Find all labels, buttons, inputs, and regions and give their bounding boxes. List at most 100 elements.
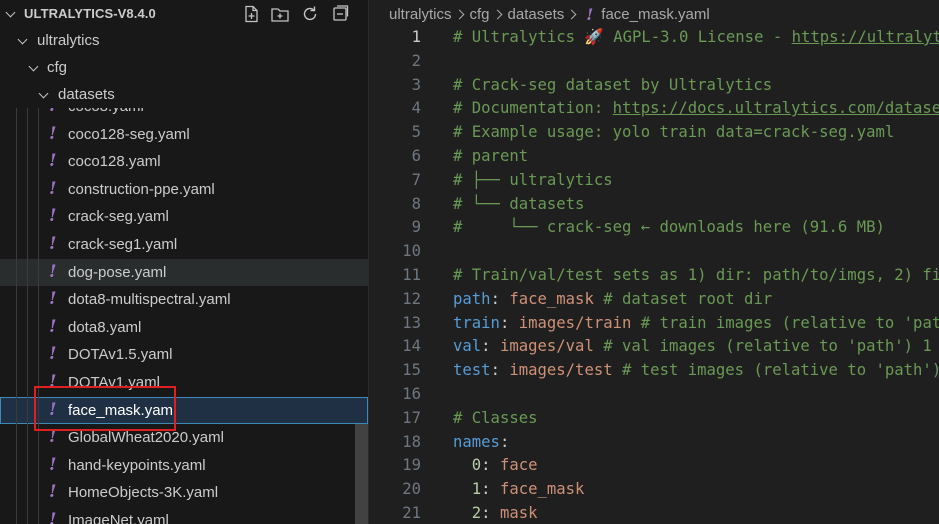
- indent-guide: [27, 108, 28, 121]
- line-number: 2: [411, 51, 421, 70]
- breadcrumb-item-cfg[interactable]: cfg: [470, 6, 490, 23]
- indent-guide: [38, 230, 39, 259]
- folder-ultralytics[interactable]: ultralytics: [0, 27, 368, 54]
- indent-guide: [38, 506, 39, 524]
- line-number: 9: [411, 218, 421, 237]
- file-item[interactable]: ! DOTAv1.5.yaml: [0, 341, 368, 369]
- code-text: 1: face_mask: [453, 480, 585, 499]
- file-label: dog-pose.yaml: [68, 263, 167, 281]
- code-token-comment: # └── datasets: [453, 194, 585, 213]
- chevron-down-icon[interactable]: [26, 60, 42, 76]
- line-number: 21: [402, 503, 421, 522]
- code-line[interactable]: 6 # parent: [369, 144, 939, 168]
- code-token-comment: # Documentation:: [453, 99, 613, 118]
- explorer-header[interactable]: ULTRALYTICS-V8.4.0: [0, 0, 368, 28]
- explorer-scrollbar[interactable]: [355, 424, 368, 524]
- yaml-file-icon: !: [49, 289, 57, 310]
- yaml-file-icon: !: [49, 316, 57, 337]
- code-token-plain: :: [481, 456, 500, 475]
- code-line[interactable]: 18 names:: [369, 430, 939, 454]
- file-item[interactable]: ! dog-pose.yaml: [0, 258, 368, 287]
- code-line[interactable]: 8 # └── datasets: [369, 192, 939, 216]
- yaml-file-icon: !: [49, 108, 56, 116]
- code-token-value: mask: [499, 503, 538, 522]
- code-text: test: images/test # test images (relativ…: [453, 361, 939, 379]
- refresh-icon[interactable]: [300, 4, 320, 24]
- file-item[interactable]: ! crack-seg1.yaml: [0, 230, 368, 259]
- code-token-plain: :: [481, 480, 500, 499]
- indent-guide: [38, 341, 39, 369]
- code-view[interactable]: 1 # Ultralytics 🚀 AGPL-3.0 License - http…: [369, 25, 939, 524]
- file-item[interactable]: ! HomeObjects-3K.yaml: [0, 479, 368, 507]
- code-line[interactable]: 2: [369, 49, 939, 73]
- code-line[interactable]: 20 1: face_mask: [369, 477, 939, 501]
- code-text: # Ultralytics 🚀 AGPL-3.0 License - https…: [453, 28, 939, 46]
- code-token-key: names: [453, 432, 500, 451]
- file-label: ImageNet.yaml: [68, 511, 169, 524]
- code-line[interactable]: 7 # ├── ultralytics: [369, 168, 939, 192]
- file-item[interactable]: ! coco128-seg.yaml: [0, 120, 368, 149]
- code-line[interactable]: 5 # Example usage: yolo train data=crack-…: [369, 120, 939, 144]
- file-item[interactable]: ! coco128.yaml: [0, 148, 368, 176]
- code-line[interactable]: 10: [369, 239, 939, 263]
- code-line[interactable]: 17 # Classes: [369, 406, 939, 430]
- breadcrumb-item-file[interactable]: face_mask.yaml: [601, 6, 709, 23]
- file-item[interactable]: ! ImageNet.yaml: [0, 506, 368, 524]
- yaml-file-icon: !: [49, 344, 57, 365]
- yaml-file-icon: !: [49, 206, 57, 227]
- file-list: ! coco8.yaml ! coco128-seg.yaml! coco128.yam…: [0, 108, 368, 524]
- annotation-highlight-box: [34, 386, 176, 431]
- code-text: # ├── ultralytics: [453, 171, 613, 189]
- code-line[interactable]: 1 # Ultralytics 🚀 AGPL-3.0 License - http…: [369, 25, 939, 49]
- chevron-down-icon[interactable]: [15, 33, 31, 49]
- indent-guide: [16, 175, 17, 204]
- code-line[interactable]: 14 val: images/val # val images (relative…: [369, 334, 939, 358]
- file-item[interactable]: ! coco8.yaml: [0, 108, 368, 121]
- indent-guide: [27, 368, 28, 397]
- code-token-comment: # Train/val/test sets as 1) dir: path/to…: [453, 265, 939, 284]
- file-item[interactable]: ! hand-keypoints.yaml: [0, 451, 368, 480]
- code-line[interactable]: 3 # Crack-seg dataset by Ultralytics: [369, 73, 939, 97]
- indent-guide: [27, 451, 28, 480]
- new-file-icon[interactable]: [242, 4, 262, 24]
- code-token-link[interactable]: https://docs.ultralytics.com/datasets/se…: [613, 99, 939, 117]
- folder-cfg[interactable]: cfg: [0, 54, 368, 81]
- workspace-title[interactable]: ULTRALYTICS-V8.4.0: [24, 6, 156, 21]
- file-item[interactable]: ! dota8.yaml: [0, 313, 368, 342]
- file-item[interactable]: ! crack-seg.yaml: [0, 203, 368, 231]
- collapse-all-icon[interactable]: [330, 4, 350, 24]
- file-label: coco8.yaml: [68, 108, 144, 115]
- chevron-down-icon[interactable]: [36, 87, 52, 103]
- indent-guide: [27, 313, 28, 342]
- code-text: val: images/val # val images (relative t…: [453, 337, 932, 355]
- new-folder-icon[interactable]: [270, 4, 290, 24]
- code-line[interactable]: 15 test: images/test # test images (relat…: [369, 358, 939, 382]
- code-token-comment: # └── crack-seg ← downloads here (91.6 M…: [453, 218, 885, 237]
- chevron-down-icon[interactable]: [3, 6, 19, 22]
- file-item[interactable]: ! dota8-multispectral.yaml: [0, 286, 368, 314]
- code-line[interactable]: 12 path: face_mask # dataset root dir: [369, 287, 939, 311]
- code-token-number: 2: [471, 503, 482, 522]
- file-item[interactable]: ! construction-ppe.yaml: [0, 175, 368, 204]
- folder-datasets[interactable]: datasets: [0, 81, 368, 108]
- indent-guide: [27, 479, 28, 507]
- line-number: 5: [411, 123, 421, 142]
- breadcrumb: ultralytics cfg datasets ! face_mask.yam…: [389, 4, 710, 24]
- line-number: 15: [402, 361, 421, 380]
- code-token-number: 1: [471, 480, 482, 499]
- code-line[interactable]: 9 # └── crack-seg ← downloads here (91.6 …: [369, 215, 939, 239]
- code-line[interactable]: 13 train: images/train # train images (re…: [369, 311, 939, 335]
- breadcrumb-item-ultralytics[interactable]: ultralytics: [389, 6, 452, 23]
- code-line[interactable]: 4 # Documentation: https://docs.ultralyti…: [369, 96, 939, 120]
- indent-guide: [16, 230, 17, 259]
- code-line[interactable]: 21 2: mask: [369, 501, 939, 524]
- breadcrumb-item-datasets[interactable]: datasets: [508, 6, 565, 23]
- code-line[interactable]: 16: [369, 382, 939, 406]
- code-line[interactable]: 11 # Train/val/test sets as 1) dir: path/…: [369, 263, 939, 287]
- code-token-link[interactable]: https://ultralytics.com/license: [792, 28, 939, 46]
- code-text: # Train/val/test sets as 1) dir: path/to…: [453, 266, 939, 284]
- code-text: # Crack-seg dataset by Ultralytics: [453, 76, 772, 94]
- code-line[interactable]: 19 0: face: [369, 453, 939, 477]
- line-number: 8: [411, 194, 421, 213]
